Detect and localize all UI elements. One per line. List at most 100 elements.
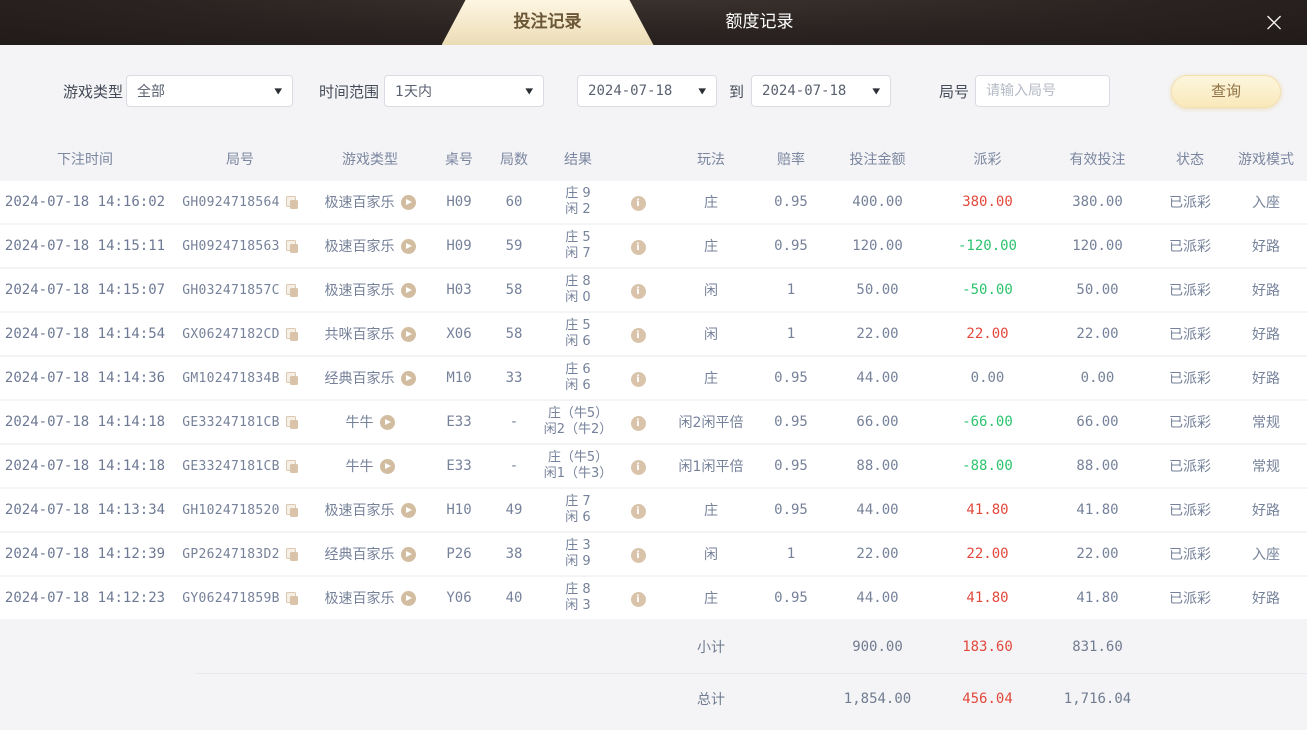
- play-icon[interactable]: [400, 282, 416, 298]
- round-id-cell: GH032471857C: [170, 283, 310, 298]
- result-player-line: 闲1（牛3）: [543, 466, 613, 481]
- play-cell: 庄: [704, 371, 718, 387]
- play-icon[interactable]: [400, 326, 416, 342]
- payout-cell: -88.00: [962, 458, 1013, 474]
- round-id-cell: GE33247181CB: [170, 415, 310, 430]
- status-cell: 已派彩: [1169, 371, 1211, 387]
- status-cell: 已派彩: [1169, 459, 1211, 475]
- summary-section: 小计 900.00 183.60 831.60 总计 1,854.00 456.…: [0, 621, 1307, 730]
- tab-betting-records[interactable]: 投注记录: [442, 0, 654, 45]
- table-no-cell: H09: [446, 238, 472, 254]
- betting-records-panel: 投注记录 额度记录 × 游戏类型 全部 ▼ 时间范围 1天内 ▼ 2024-07…: [0, 0, 1307, 730]
- play-icon[interactable]: [379, 414, 395, 430]
- copy-icon[interactable]: [285, 459, 298, 473]
- play-icon[interactable]: [400, 546, 416, 562]
- col-header-valid-bet: 有效投注: [1069, 152, 1126, 168]
- valid-bet-cell: 380.00: [1072, 194, 1123, 210]
- info-icon[interactable]: i: [630, 503, 646, 519]
- game-type-cell: 极速百家乐: [310, 280, 430, 300]
- payout-cell: 41.80: [966, 502, 1009, 518]
- copy-icon[interactable]: [285, 591, 298, 605]
- bet-amount-cell: 44.00: [856, 502, 899, 518]
- info-icon[interactable]: i: [630, 415, 646, 431]
- game-type-cell: 经典百家乐: [310, 544, 430, 564]
- table-header-row: 下注时间 局号 游戏类型 桌号 局数 结果 玩法 赔率 投注金额 派彩 有效投注…: [0, 137, 1307, 181]
- copy-icon[interactable]: [285, 327, 298, 341]
- info-icon[interactable]: i: [630, 547, 646, 563]
- result-player-line: 闲 6: [565, 378, 591, 393]
- round-count-cell: -: [509, 458, 519, 474]
- copy-icon[interactable]: [285, 503, 298, 517]
- result-banker-line: 庄 8: [565, 582, 591, 597]
- play-icon[interactable]: [400, 194, 416, 210]
- info-icon[interactable]: i: [630, 327, 646, 343]
- status-cell: 已派彩: [1169, 503, 1211, 519]
- result-banker-line: 庄 9: [565, 186, 591, 201]
- info-icon[interactable]: i: [630, 283, 646, 299]
- subtotal-label: 小计: [697, 640, 725, 656]
- col-header-bet-amount: 投注金额: [849, 152, 906, 168]
- result-player-line: 闲 9: [565, 554, 591, 569]
- copy-icon[interactable]: [285, 283, 298, 297]
- result-cell: 庄 5 闲 6: [540, 318, 616, 350]
- result-banker-line: 庄（牛5）: [547, 406, 609, 421]
- result-player-line: 闲 7: [565, 246, 591, 261]
- copy-icon[interactable]: [285, 371, 298, 385]
- result-player-line: 闲 2: [565, 202, 591, 217]
- round-count-cell: 58: [505, 282, 523, 298]
- time-range-select[interactable]: 1天内 ▼: [384, 75, 545, 107]
- play-cell: 闲: [704, 327, 718, 343]
- search-button[interactable]: 查询: [1171, 74, 1282, 108]
- play-icon[interactable]: [400, 502, 416, 518]
- valid-bet-cell: 22.00: [1076, 326, 1119, 342]
- col-header-game-type: 游戏类型: [342, 152, 398, 168]
- game-mode-cell: 常规: [1252, 459, 1280, 475]
- info-icon[interactable]: i: [630, 239, 646, 255]
- tab-quota-records[interactable]: 额度记录: [654, 0, 866, 45]
- date-to-select[interactable]: 2024-07-18 ▼: [751, 75, 892, 107]
- round-number-input[interactable]: [975, 75, 1111, 107]
- copy-icon[interactable]: [285, 195, 298, 209]
- info-icon[interactable]: i: [630, 195, 646, 211]
- game-type-select[interactable]: 全部 ▼: [126, 75, 294, 107]
- table-body: 2024-07-18 14:16:02 GH0924718564 极速百家乐 H…: [0, 181, 1307, 621]
- result-cell: 庄 7 闲 6: [540, 494, 616, 526]
- copy-icon[interactable]: [285, 415, 298, 429]
- result-player-line: 闲 3: [565, 598, 591, 613]
- game-type-cell: 经典百家乐: [310, 368, 430, 388]
- round-id-value: GH1024718520: [182, 502, 280, 518]
- round-id-value: GH0924718563: [182, 238, 280, 254]
- round-id-cell: GH1024718520: [170, 503, 310, 518]
- table-row: 2024-07-18 14:12:23 GY062471859B 极速百家乐 Y…: [0, 577, 1307, 621]
- result-cell: 庄（牛5） 闲1（牛3）: [540, 450, 616, 482]
- info-icon[interactable]: i: [630, 459, 646, 475]
- col-header-game-mode: 游戏模式: [1238, 152, 1294, 168]
- play-icon[interactable]: [400, 238, 416, 254]
- result-banker-line: 庄 5: [565, 230, 591, 245]
- total-row: 总计 1,854.00 456.04 1,716.04: [0, 673, 1307, 725]
- play-cell: 庄: [704, 503, 718, 519]
- date-from-select[interactable]: 2024-07-18 ▼: [577, 75, 718, 107]
- play-icon[interactable]: [400, 370, 416, 386]
- play-icon[interactable]: [379, 458, 395, 474]
- col-header-play: 玩法: [697, 152, 725, 168]
- close-icon[interactable]: ×: [1255, 0, 1293, 45]
- round-count-cell: 38: [505, 546, 523, 562]
- copy-icon[interactable]: [285, 239, 298, 253]
- bet-amount-cell: 50.00: [856, 282, 899, 298]
- info-icon[interactable]: i: [630, 591, 646, 607]
- game-type-value: 经典百家乐: [324, 371, 395, 387]
- game-type-value: 经典百家乐: [324, 547, 395, 563]
- copy-icon[interactable]: [285, 547, 298, 561]
- result-banker-line: 庄 3: [565, 538, 591, 553]
- bet-amount-cell: 22.00: [856, 326, 899, 342]
- bet-time-cell: 2024-07-18 14:14:18: [4, 458, 166, 474]
- round-id-value: GH0924718564: [182, 194, 280, 210]
- bet-time-cell: 2024-07-18 14:15:07: [4, 282, 166, 298]
- bet-amount-cell: 44.00: [856, 590, 899, 606]
- info-icon[interactable]: i: [630, 371, 646, 387]
- game-type-value: 极速百家乐: [324, 195, 395, 211]
- game-mode-cell: 好路: [1252, 503, 1280, 519]
- round-id-cell: GM102471834B: [170, 371, 310, 386]
- play-icon[interactable]: [400, 590, 416, 606]
